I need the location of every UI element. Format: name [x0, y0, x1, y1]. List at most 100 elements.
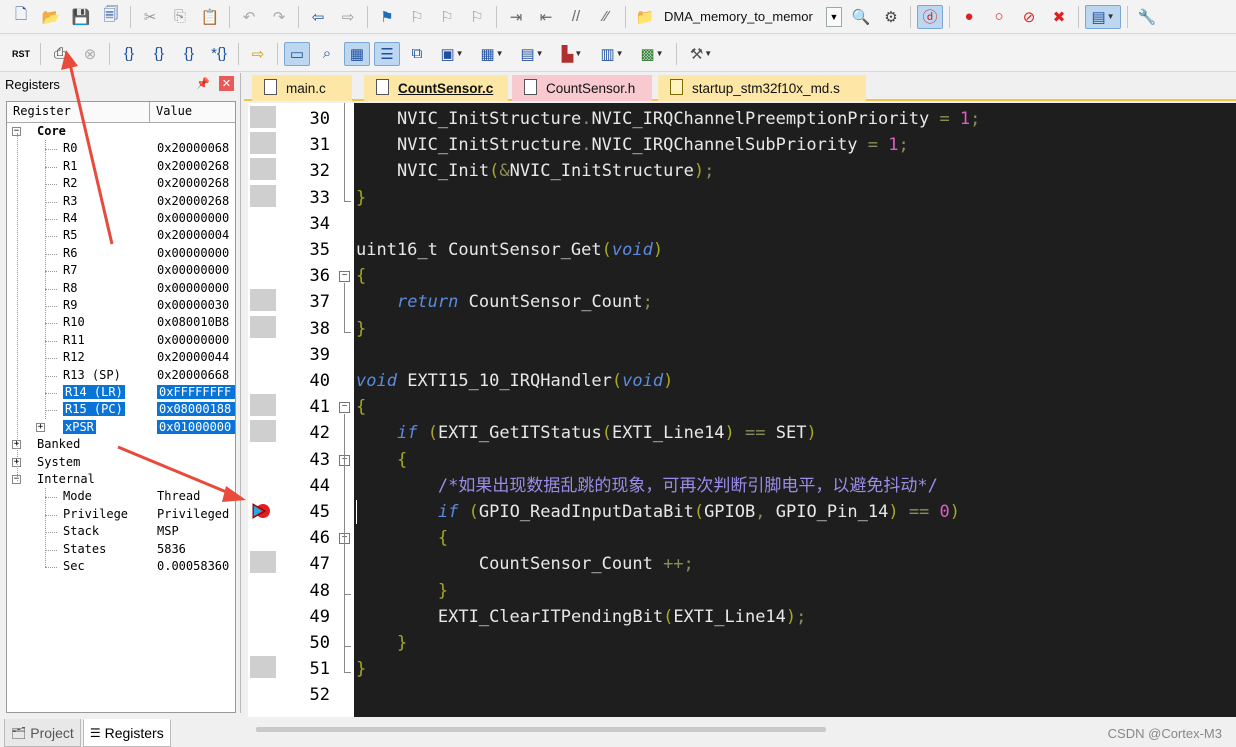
code-line[interactable]: { — [356, 265, 366, 291]
window-layout-icon[interactable]: ▤ ▼ — [1085, 4, 1121, 29]
register-row[interactable]: R6 0x00000000 — [7, 245, 235, 262]
system-viewer-icon[interactable]: ▩ ▼ — [634, 42, 670, 66]
executable-line-marker[interactable] — [250, 132, 276, 155]
memory-window-icon[interactable]: ▦ ▼ — [474, 42, 510, 66]
code-line[interactable]: void EXTI15_10_IRQHandler(void) — [356, 370, 673, 396]
tree-group-core[interactable]: − Core — [7, 123, 235, 140]
target-combo[interactable]: DMA_memory_to_memor ▼ — [664, 6, 842, 28]
analysis-window-icon[interactable]: ▙ ▼ — [554, 42, 590, 66]
incremental-find-icon[interactable]: ⚙ — [878, 5, 904, 29]
code-line[interactable]: { — [356, 527, 448, 553]
registers-tree[interactable]: Register Value − Core R0 0x20000068 R1 0x2000… — [6, 101, 236, 713]
register-row[interactable]: R14 (LR) 0xFFFFFFFF — [7, 384, 235, 401]
tree-group-system[interactable]: + System — [7, 454, 235, 471]
register-row[interactable]: R12 0x20000044 — [7, 349, 235, 366]
undo-icon[interactable]: ↶ — [236, 5, 262, 29]
symbols-window-icon[interactable]: ▦ — [344, 41, 370, 66]
pin-icon[interactable]: 📌 — [196, 77, 210, 90]
code-line[interactable]: if (EXTI_GetITStatus(EXTI_Line14) == SET… — [356, 422, 817, 448]
copy-icon[interactable]: ⎘ — [167, 5, 193, 29]
register-row[interactable]: R9 0x00000030 — [7, 297, 235, 314]
executable-line-marker[interactable] — [250, 420, 276, 443]
register-row[interactable]: R7 0x00000000 — [7, 262, 235, 279]
breakpoint-enable-icon[interactable]: ○ — [986, 5, 1012, 29]
code-line[interactable]: } — [356, 632, 407, 658]
register-row[interactable]: R5 0x20000004 — [7, 227, 235, 244]
chevron-down-icon[interactable]: ▼ — [826, 6, 842, 27]
fold-toggle-icon[interactable]: − — [339, 402, 350, 414]
horizontal-scrollbar[interactable]: CSDN @Cortex-M3 — [244, 717, 1236, 747]
step-over-icon[interactable]: {} — [146, 42, 172, 66]
cut-icon[interactable]: ✂ — [137, 5, 163, 29]
breakpoint-kill-all-icon[interactable]: ✖ — [1046, 5, 1072, 29]
code-line[interactable]: EXTI_ClearITPendingBit(EXTI_Line14); — [356, 606, 807, 632]
register-row[interactable]: R0 0x20000068 — [7, 140, 235, 157]
code-line[interactable]: } — [356, 318, 366, 344]
code-line[interactable]: CountSensor_Count ++; — [356, 553, 694, 579]
register-row[interactable]: R3 0x20000268 — [7, 193, 235, 210]
tab-registers[interactable]: ☰ Registers — [82, 719, 171, 747]
tab-main-c[interactable]: main.c — [252, 75, 352, 101]
close-icon[interactable]: ✕ — [219, 76, 234, 91]
reset-cpu-icon[interactable]: RST — [8, 42, 34, 66]
disassembly-window-icon[interactable]: ⌕ — [314, 42, 340, 66]
internal-row[interactable]: Stack MSP — [7, 523, 235, 540]
nav-back-icon[interactable]: ⇦ — [305, 5, 331, 29]
executable-line-marker[interactable] — [250, 394, 276, 417]
column-header-register[interactable]: Register — [7, 102, 150, 122]
find-icon[interactable]: 🔍 — [848, 5, 874, 29]
debug-session-icon[interactable]: ⓓ — [917, 4, 943, 29]
code-line[interactable]: uint16_t CountSensor_Get(void) — [356, 239, 663, 265]
redo-icon[interactable]: ↷ — [266, 5, 292, 29]
executable-line-marker[interactable] — [250, 656, 276, 679]
tab-countsensor-c[interactable]: CountSensor.c — [364, 75, 508, 101]
fold-margin[interactable]: − − − − — [336, 103, 354, 717]
tab-countsensor-h[interactable]: CountSensor.h — [512, 75, 652, 101]
expand-toggle-icon[interactable]: + — [36, 422, 45, 432]
comment-icon[interactable]: // — [563, 5, 589, 29]
internal-row[interactable]: Sec 0.00058360 — [7, 558, 235, 575]
executable-line-marker[interactable] — [250, 184, 276, 207]
register-row[interactable]: R8 0x00000000 — [7, 280, 235, 297]
nav-forward-icon[interactable]: ⇨ — [335, 5, 361, 29]
register-row[interactable]: R15 (PC) 0x08000188 — [7, 401, 235, 418]
code-line[interactable]: { — [356, 396, 366, 422]
call-stack-window-icon[interactable]: ⧉ — [404, 42, 430, 66]
new-file-icon[interactable]: 🗋 — [8, 5, 34, 29]
executable-line-marker[interactable] — [250, 551, 276, 574]
register-row[interactable]: R11 0x00000000 — [7, 332, 235, 349]
scrollbar-thumb[interactable] — [256, 727, 826, 732]
step-into-icon[interactable]: {} — [116, 42, 142, 66]
executable-line-marker[interactable] — [250, 315, 276, 338]
bookmark-insert-icon[interactable]: ⚑ — [374, 5, 400, 29]
register-row[interactable]: R13 (SP) 0x20000668 — [7, 367, 235, 384]
code-line[interactable]: /*如果出现数据乱跳的现象，可再次判断引脚电平，以避免抖动*/ — [356, 475, 938, 501]
find-in-files-icon[interactable]: 📁 — [632, 5, 658, 29]
command-window-icon[interactable]: ▭ — [284, 41, 310, 66]
uncomment-icon[interactable]: ⁄⁄ — [593, 5, 619, 29]
internal-row[interactable]: Mode Thread — [7, 488, 235, 505]
tree-group-internal[interactable]: − Internal — [7, 471, 235, 488]
executable-line-marker[interactable] — [250, 106, 276, 128]
run-icon[interactable]: ⎙ — [47, 42, 73, 66]
executable-line-marker[interactable] — [250, 289, 276, 312]
bookmark-clear-icon[interactable]: ⚐ — [464, 5, 490, 29]
breakpoint-gutter[interactable] — [248, 103, 276, 717]
fold-toggle-icon[interactable]: − — [339, 271, 350, 283]
tree-group-banked[interactable]: + Banked — [7, 436, 235, 453]
register-row[interactable]: R2 0x20000268 — [7, 175, 235, 192]
save-all-icon[interactable]: 🗐 — [98, 5, 124, 29]
code-area[interactable]: NVIC_InitStructure.NVIC_IRQChannelPreemp… — [354, 103, 1236, 717]
register-row[interactable]: R10 0x080010B8 — [7, 314, 235, 331]
run-to-cursor-icon[interactable]: *{} — [206, 42, 232, 66]
trace-window-icon[interactable]: ▥ ▼ — [594, 42, 630, 66]
registers-window-icon[interactable]: ☰ — [374, 41, 400, 66]
code-line[interactable]: NVIC_InitStructure.NVIC_IRQChannelSubPri… — [356, 134, 909, 160]
indent-icon[interactable]: ⇥ — [503, 5, 529, 29]
bookmark-prev-icon[interactable]: ⚐ — [404, 5, 430, 29]
tab-project[interactable]: 🗂 Project — [4, 719, 81, 747]
code-line[interactable]: NVIC_InitStructure.NVIC_IRQChannelPreemp… — [356, 108, 980, 134]
column-header-value[interactable]: Value — [150, 102, 192, 122]
code-line[interactable]: return CountSensor_Count; — [356, 291, 653, 317]
configure-icon[interactable]: 🔧 — [1134, 5, 1160, 29]
